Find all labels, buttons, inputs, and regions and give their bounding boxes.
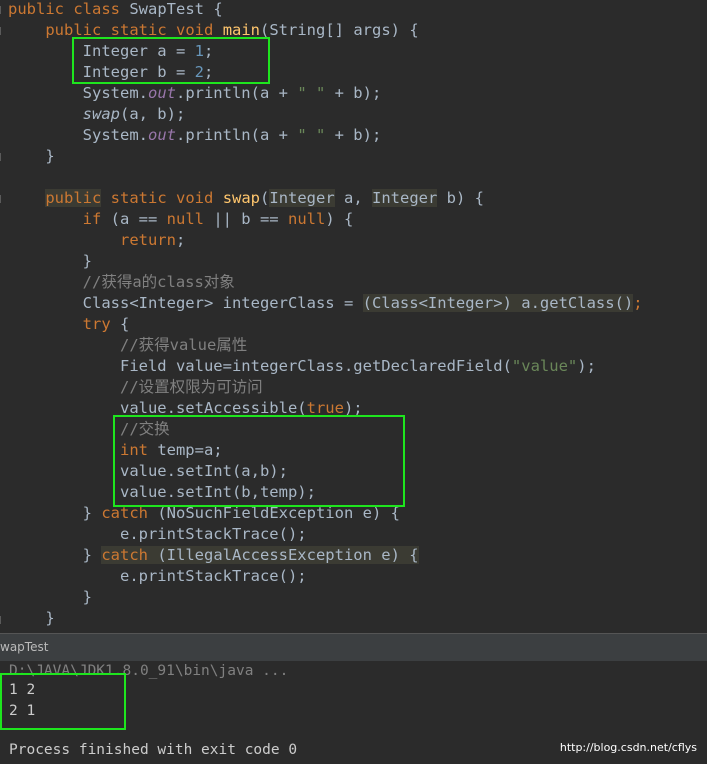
- keyword-token: public: [8, 0, 64, 18]
- console-exit-message: Process finished with exit code 0: [9, 742, 298, 758]
- run-tool-window-header[interactable]: wapTest: [0, 633, 707, 661]
- fold-marker[interactable]: [0, 616, 7, 624]
- code-line-21: int temp=a;: [119, 441, 223, 459]
- code-line-1: public class SwapTest {: [8, 0, 223, 18]
- code-line-15: try {: [82, 315, 130, 333]
- number-literal: 2: [194, 63, 204, 81]
- console-gutter: [0, 661, 7, 764]
- code-line-23: value.setInt(b,temp);: [8, 483, 316, 501]
- code-line-26: } catch (IllegalAccessException e) {: [8, 546, 419, 564]
- code-comment: //获得value属性: [8, 336, 248, 354]
- code-line-6: swap(a, b);: [82, 105, 186, 123]
- console-command-line: D:\JAVA\JDK1.8.0_91\bin\java ...: [9, 663, 289, 679]
- code-line-11: return;: [119, 231, 186, 249]
- fold-marker[interactable]: [0, 153, 7, 161]
- method-name-main: main: [222, 21, 261, 39]
- number-literal: 1: [194, 42, 204, 60]
- code-comment: //获得a的class对象: [8, 273, 235, 291]
- code-line-7: System.out.println(a + " " + b);: [8, 126, 382, 144]
- code-line-28: }: [8, 588, 92, 606]
- code-line-5: System.out.println(a + " " + b);: [8, 84, 382, 102]
- fold-marker[interactable]: [0, 6, 7, 14]
- code-line-2: public static void main(String[] args) {: [45, 21, 419, 39]
- code-comment: //交换: [8, 420, 170, 438]
- code-line-3: Integer a = 1;: [8, 42, 214, 60]
- code-line-19: value.setAccessible(true);: [8, 399, 363, 417]
- code-line-25: e.printStackTrace();: [8, 525, 307, 543]
- code-line-12: }: [8, 252, 92, 270]
- code-line-22: value.setInt(a,b);: [8, 462, 288, 480]
- method-name-swap: swap: [222, 189, 261, 207]
- code-line-17: Field value=integerClass.getDeclaredFiel…: [8, 357, 596, 375]
- code-line-29: }: [8, 609, 55, 627]
- method-call-swap: swap: [82, 105, 120, 123]
- code-line-24: } catch (NoSuchFieldException e) {: [8, 504, 400, 522]
- code-line-8: }: [8, 147, 55, 165]
- keyword-token: class: [73, 0, 121, 18]
- fold-marker[interactable]: [0, 195, 7, 203]
- code-line-4: Integer b = 2;: [8, 63, 214, 81]
- console-output-line: 2 1: [9, 703, 36, 719]
- console-output[interactable]: D:\JAVA\JDK1.8.0_91\bin\java ... 1 2 2 1…: [0, 661, 707, 764]
- code-comment: //设置权限为可访问: [8, 378, 263, 396]
- code-line-14: Class<Integer> integerClass = (Class<Int…: [8, 294, 643, 312]
- run-tab-title[interactable]: wapTest: [0, 640, 48, 654]
- code-line-27: e.printStackTrace();: [8, 567, 307, 585]
- watermark: http://blog.csdn.net/cflys: [559, 741, 697, 754]
- code-editor[interactable]: public class SwapTest { public static vo…: [0, 0, 707, 633]
- code-line-10: if (a == null || b == null) {: [82, 210, 354, 228]
- code-line-9: public static void swap(Integer a, Integ…: [45, 189, 485, 207]
- fold-marker[interactable]: [0, 27, 7, 35]
- console-output-line: 1 2: [9, 682, 36, 698]
